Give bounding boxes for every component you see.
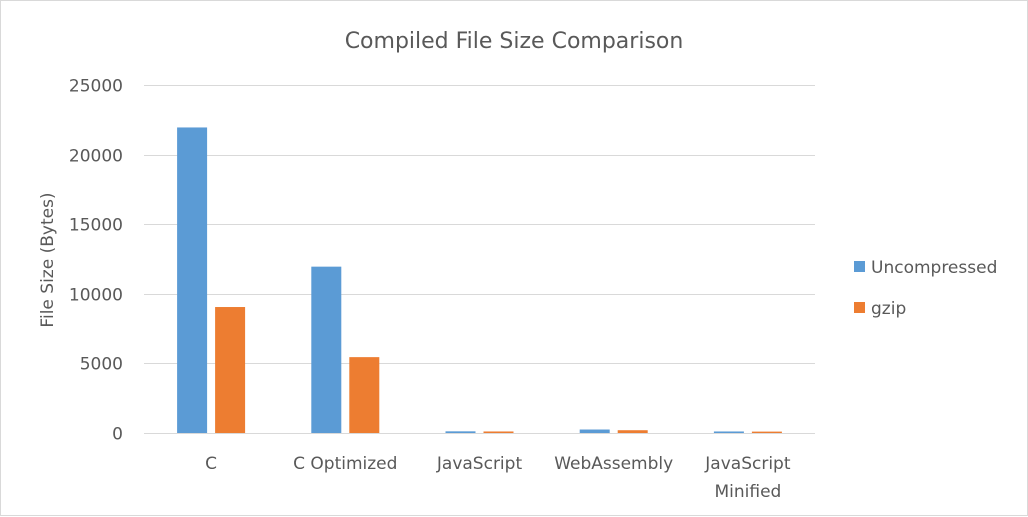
y-tick-label: 20000 <box>69 147 123 167</box>
bar-gzip <box>483 431 514 433</box>
y-tick-label: 10000 <box>69 286 123 306</box>
legend: Uncompressed gzip <box>854 258 997 319</box>
bar-uncompressed <box>713 431 744 433</box>
bar-uncompressed <box>177 127 208 434</box>
legend-swatch <box>854 261 865 272</box>
y-tick-label: 5000 <box>80 355 123 375</box>
chart-frame: Compiled File Size Comparison 0 5000 10000… <box>0 0 1028 516</box>
y-axis-label: File Size (Bytes) <box>38 192 58 327</box>
bar-uncompressed <box>579 429 610 433</box>
bars <box>177 127 782 434</box>
bar-uncompressed <box>445 431 476 433</box>
x-tick-label: C Optimized <box>293 454 397 474</box>
bar-gzip <box>349 357 380 433</box>
legend-swatch <box>854 302 865 313</box>
x-tick-label: WebAssembly <box>554 454 673 474</box>
x-tick-label: JavaScript <box>704 454 791 474</box>
y-tick-label: 0 <box>112 425 123 445</box>
x-tick-label: Minified <box>714 482 781 502</box>
bar-gzip <box>751 431 782 433</box>
x-axis-ticks: C C Optimized JavaScript WebAssembly JavaScr… <box>205 454 791 502</box>
x-tick-label: JavaScript <box>436 454 523 474</box>
y-tick-label: 25000 <box>69 77 123 97</box>
legend-label: Uncompressed <box>871 258 997 278</box>
bar-chart: Compiled File Size Comparison 0 5000 10000… <box>38 29 997 502</box>
legend-label: gzip <box>871 299 906 319</box>
bar-uncompressed <box>311 266 342 433</box>
y-tick-label: 15000 <box>69 216 123 236</box>
bar-gzip <box>215 307 246 433</box>
bar-gzip <box>617 430 648 433</box>
chart-title: Compiled File Size Comparison <box>345 29 684 54</box>
x-tick-label: C <box>205 454 217 474</box>
y-axis-ticks: 0 5000 10000 15000 20000 25000 <box>69 77 123 445</box>
